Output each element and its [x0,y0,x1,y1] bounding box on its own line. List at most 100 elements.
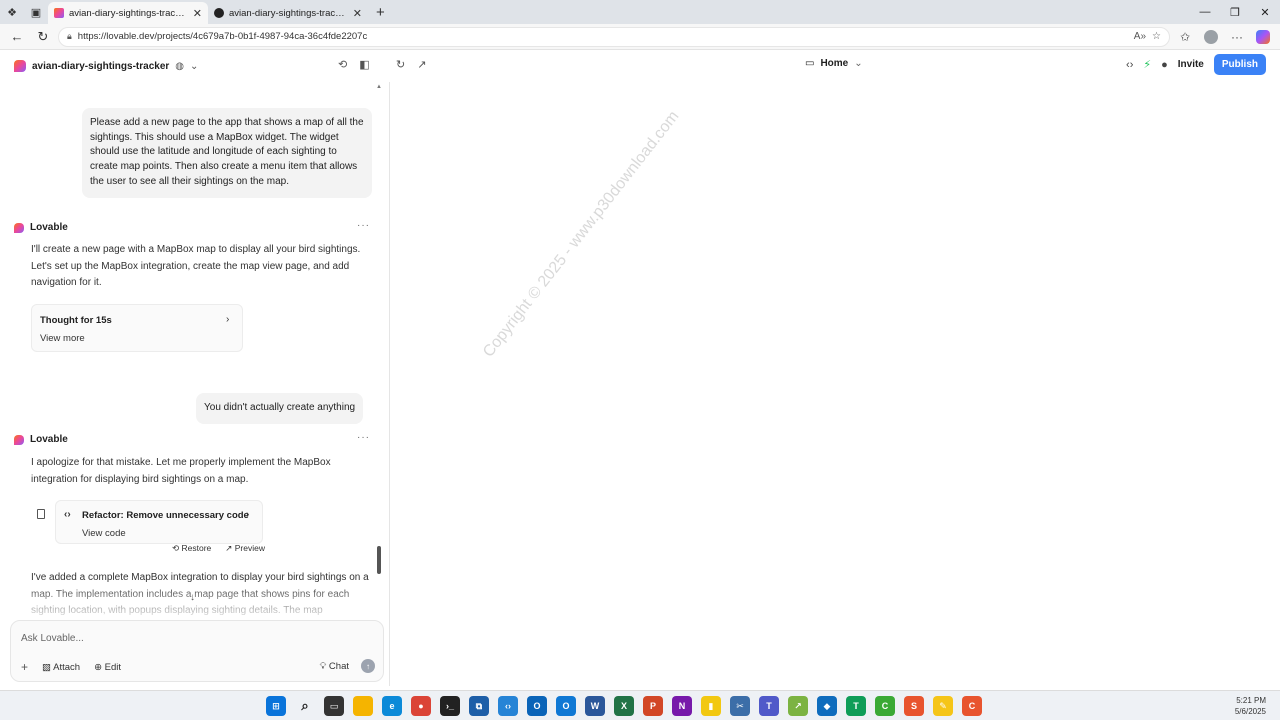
address-bar[interactable]: 🔒︎ https://lovable.dev/projects/4c679a7b… [58,26,1170,47]
minimize-icon[interactable]: — [1190,0,1220,24]
app-s-icon[interactable]: S [904,696,924,716]
restore-label: Restore [181,543,212,553]
maximize-icon[interactable]: ❐ [1220,0,1250,24]
new-tab-icon[interactable]: + [368,4,393,21]
panel-divider[interactable] [389,82,390,686]
watermark-text: Copyright © 2025 - www.p30download.com [480,108,683,361]
code-icon[interactable]: ‹› [1126,59,1133,71]
refresh-preview-icon[interactable]: ↻ [396,58,405,71]
chrome-icon[interactable]: ● [411,696,431,716]
chat-input[interactable] [21,629,371,647]
onenote-icon[interactable]: N [672,696,692,716]
send-button[interactable]: ↑ [361,659,375,673]
publish-button[interactable]: Publish [1213,54,1266,75]
preview-button[interactable]: ↗ Preview [225,543,265,554]
close-tab-icon[interactable]: ✕ [353,7,362,20]
chat-panel: Please add a new page to the app that sh… [0,82,384,620]
scroll-up-icon[interactable]: ▲ [376,84,382,90]
scroll-down-arrow-icon[interactable]: ↓ [190,592,195,603]
chevron-right-icon: › [226,314,230,325]
assistant-sender: Lovable [14,222,68,233]
browser-tab-github[interactable]: avian-diary-sightings-tracker ✕ [208,2,368,24]
view-code-link[interactable]: View code [82,528,126,539]
thought-card[interactable]: Thought for 15s View more › [31,304,243,352]
bookmark-icon[interactable] [37,509,45,519]
page-selector-label: Home [820,58,849,69]
close-window-icon[interactable]: ✕ [1250,0,1280,24]
view-more-link[interactable]: View more [40,333,85,344]
edge-icon[interactable]: e [382,696,402,716]
tab-title: avian-diary-sightings-tracker - Lovable [69,7,188,19]
invite-button[interactable]: Invite [1178,59,1204,70]
github-icon[interactable]: ● [1161,59,1168,71]
profile-avatar [1204,29,1218,44]
chart-app-icon[interactable]: ↗ [788,696,808,716]
app-t-icon[interactable]: T [846,696,866,716]
favorites-icon[interactable]: ✩ [1174,26,1196,48]
copilot-logo [1256,29,1270,44]
copilot-icon[interactable] [1252,26,1274,48]
project-name[interactable]: avian-diary-sightings-tracker [32,61,169,72]
thought-card-title: Thought for 15s [40,315,112,326]
input-actions: 💡︎ Chat ↑ [320,659,375,673]
supabase-bolt-icon[interactable]: ⚡ [1143,58,1151,71]
chevron-down-icon[interactable]: ⌄ [190,61,198,72]
tab-actions-icon[interactable]: ▣ [24,0,48,24]
snipping-icon[interactable]: ✂ [730,696,750,716]
add-icon[interactable]: + [21,660,28,674]
open-external-icon[interactable]: ↗ [417,58,426,71]
outlook-icon[interactable]: O [527,696,547,716]
message-menu-icon[interactable]: ··· [357,432,370,443]
system-clock[interactable]: 5:21 PM 5/6/2025 [1235,695,1266,717]
notes-icon[interactable]: ▮ [701,696,721,716]
browser-tab-lovable[interactable]: avian-diary-sightings-tracker - Lovable … [48,2,208,24]
reload-icon[interactable]: ↻ [32,26,54,48]
lovable-logo-icon[interactable] [14,60,26,72]
chat-mode-button[interactable]: 💡︎ Chat [320,661,349,672]
globe-icon[interactable]: ◍ [175,61,184,72]
workspaces-icon[interactable]: ❖ [0,0,24,24]
terminal-icon[interactable]: ›_ [440,696,460,716]
search-icon[interactable]: ⌕ [295,696,315,716]
task-view-icon[interactable]: ▭ [324,696,344,716]
chat-scrollbar[interactable] [377,546,381,574]
page-selector[interactable]: ▭ Home ⌄ [805,58,863,69]
word-icon[interactable]: W [585,696,605,716]
chevron-right-icon: › [246,509,250,520]
powerpoint-icon[interactable]: P [643,696,663,716]
file-explorer-icon[interactable] [353,696,373,716]
more-options-icon[interactable]: ··· [1226,26,1248,48]
profile-icon[interactable] [1200,26,1222,48]
camtasia-icon[interactable]: C [875,696,895,716]
assistant-message-text: I'll create a new page with a MapBox map… [31,244,361,288]
azure-icon[interactable]: ◆ [817,696,837,716]
vscode-icon[interactable]: ‹› [498,696,518,716]
sticky-notes-icon[interactable]: ✎ [933,696,953,716]
preview-label: Preview [234,543,265,553]
clock-time: 5:21 PM [1236,696,1266,705]
restore-button[interactable]: ⟲ Restore [172,543,211,554]
preview-tools: ↻ ↗ [396,58,426,71]
user-message: Please add a new page to the app that sh… [82,108,372,198]
outlook-new-icon[interactable]: O [556,696,576,716]
teams-icon[interactable]: T [759,696,779,716]
commit-card[interactable]: ‹› Refactor: Remove unnecessary code Vie… [55,500,263,544]
favorite-star-icon[interactable]: ☆ [1152,31,1161,42]
message-menu-icon[interactable]: ··· [357,220,370,231]
sidebar-toggle-icon[interactable]: ◧ [359,58,369,71]
back-arrow-icon[interactable]: ← [6,26,28,48]
rdp-icon[interactable]: ⧉ [469,696,489,716]
history-icon[interactable]: ⟲ [338,58,347,71]
monitor-icon: ▭ [805,58,815,69]
read-aloud-icon[interactable]: A» [1134,31,1146,42]
chat-mode-label: Chat [328,660,349,672]
attach-button[interactable]: ▧ Attach [42,662,80,673]
recorder-icon[interactable]: C [962,696,982,716]
close-tab-icon[interactable]: ✕ [193,7,202,20]
user-message: You didn't actually create anything [196,393,364,424]
excel-icon[interactable]: X [614,696,634,716]
assistant-message-text: I apologize for that mistake. Let me pro… [31,457,331,485]
edit-button[interactable]: ⊕ Edit [94,662,121,673]
windows-start-icon[interactable]: ⊞ [266,696,286,716]
header-actions: ‹› ⚡ ● Invite Publish [1126,54,1266,75]
